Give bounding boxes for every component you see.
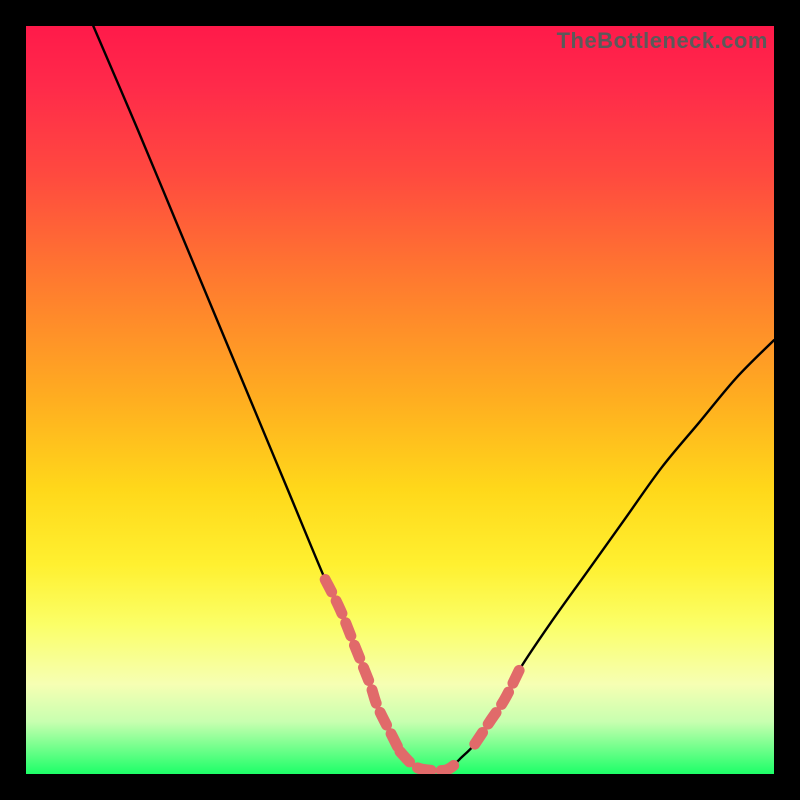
highlight-right (475, 669, 520, 744)
chart-frame: TheBottleneck.com (0, 0, 800, 800)
highlight-bottom (400, 752, 460, 771)
plot-area: TheBottleneck.com (26, 26, 774, 774)
curve-path (93, 26, 774, 771)
highlight-left (325, 580, 400, 752)
bottleneck-curve (26, 26, 774, 774)
